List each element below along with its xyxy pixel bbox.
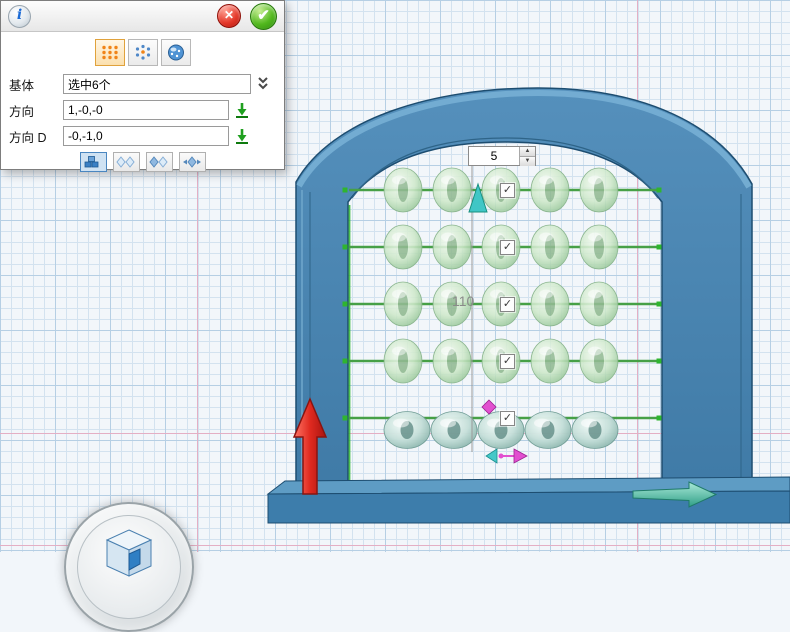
pick-direction-d-icon[interactable] (234, 128, 250, 145)
bead-green-preview (580, 282, 618, 326)
bead-green-preview (531, 282, 569, 326)
bead-green-preview (384, 225, 422, 269)
layout-option-diamonds-filled[interactable] (146, 152, 173, 172)
instance-toggle-checkbox[interactable]: ✓ (500, 183, 515, 198)
direction-d-input[interactable] (63, 126, 229, 146)
bead-teal (384, 412, 430, 449)
bead-green-preview (384, 168, 422, 212)
spinner-up-button[interactable]: ▲ (520, 147, 535, 157)
bead-green-preview (580, 225, 618, 269)
dimension-value: 110 (452, 293, 475, 309)
diamonds-layout-icon (116, 155, 136, 169)
rod-end-handle[interactable] (343, 245, 348, 250)
rod-end-handle[interactable] (657, 302, 662, 307)
pattern-preview-beads (384, 168, 618, 383)
confirm-button[interactable]: ✔ (250, 3, 277, 30)
bead-green-preview (433, 339, 471, 383)
second-direction-handle[interactable] (486, 449, 527, 463)
count-spinner-value[interactable]: 5 (469, 147, 519, 165)
field-row-direction: 方向 (1, 97, 284, 123)
info-icon[interactable]: i (8, 5, 31, 28)
cancel-button[interactable]: ✕ (217, 4, 241, 28)
sphere-pattern-icon (166, 44, 186, 61)
bead-green-preview (433, 225, 471, 269)
instance-toggle-checkbox[interactable]: ✓ (500, 297, 515, 312)
handle-cyan-arrow-icon[interactable] (486, 449, 497, 463)
pattern-dialog: i ✕ ✔ (0, 0, 285, 170)
circular-pattern-icon (133, 44, 153, 61)
pattern-layout-options (1, 149, 284, 172)
bead-green-preview (580, 168, 618, 212)
base-input[interactable] (63, 74, 251, 94)
bead-green-preview (531, 168, 569, 212)
rod-end-handle[interactable] (657, 188, 662, 193)
rod-end-handle[interactable] (657, 359, 662, 364)
direction-d-field-label: 方向 D (9, 127, 63, 146)
pattern-type-tabs (1, 32, 284, 71)
dialog-titlebar: i ✕ ✔ (1, 1, 284, 32)
bead-green-preview (384, 282, 422, 326)
layout-option-diamonds[interactable] (113, 152, 140, 172)
base-field-label: 基体 (9, 75, 63, 94)
boxes-layout-icon (83, 155, 103, 169)
layout-option-boxes[interactable] (80, 152, 107, 172)
pattern-origin-diamond-handle[interactable] (482, 400, 496, 414)
bead-green-preview (384, 339, 422, 383)
rod-end-handle[interactable] (343, 416, 348, 421)
tab-linear-pattern[interactable] (95, 39, 125, 66)
bead-green-preview (531, 339, 569, 383)
field-row-direction-d: 方向 D (1, 123, 284, 149)
tab-circular-pattern[interactable] (128, 39, 158, 66)
instance-toggle-checkbox[interactable]: ✓ (500, 240, 515, 255)
rod-end-handle[interactable] (343, 188, 348, 193)
bead-green-preview (580, 339, 618, 383)
bead-teal (572, 412, 618, 449)
tab-sphere-pattern[interactable] (161, 39, 191, 66)
bead-teal (525, 412, 571, 449)
expand-chevron-icon[interactable] (256, 76, 270, 92)
diamonds-filled-layout-icon (149, 155, 169, 169)
pick-direction-icon[interactable] (234, 102, 250, 119)
layout-option-diamond-arrows[interactable] (179, 152, 206, 172)
rod-end-handle[interactable] (343, 302, 348, 307)
linear-pattern-icon (100, 44, 120, 61)
view-navigation-widget[interactable] (64, 502, 194, 632)
rod-end-handle[interactable] (657, 416, 662, 421)
handle-magenta-arrow-icon[interactable] (514, 449, 527, 463)
direction-input[interactable] (63, 100, 229, 120)
bead-green-preview (433, 168, 471, 212)
view-cube-icon[interactable] (97, 520, 161, 584)
rod-end-handle[interactable] (657, 245, 662, 250)
spinner-down-button[interactable]: ▼ (520, 157, 535, 166)
field-row-base: 基体 (1, 71, 284, 97)
bead-teal (431, 412, 477, 449)
direction-field-label: 方向 (9, 101, 63, 120)
instance-toggle-checkbox[interactable]: ✓ (500, 354, 515, 369)
count-spinner[interactable]: 5 ▲ ▼ (468, 146, 536, 166)
diamond-arrows-layout-icon (182, 155, 202, 169)
abacus-base (268, 477, 790, 523)
instance-toggle-checkbox[interactable]: ✓ (500, 411, 515, 426)
rod-end-handle[interactable] (343, 359, 348, 364)
bead-green-preview (531, 225, 569, 269)
